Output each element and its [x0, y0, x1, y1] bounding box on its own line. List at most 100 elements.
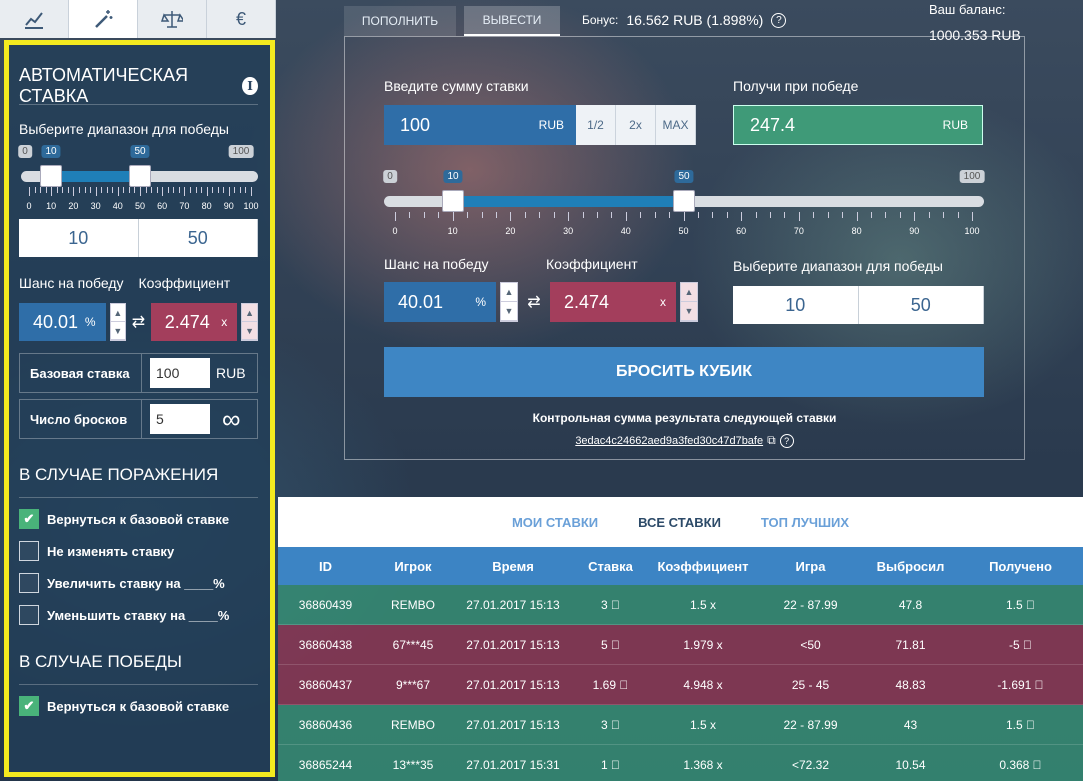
withdraw-button[interactable]: ВЫВЕСТИ	[464, 6, 560, 36]
coef-stepper[interactable]: ▲ ▼	[680, 282, 698, 322]
copy-icon[interactable]: ⧉	[767, 433, 776, 448]
sidebar-range-slider[interactable]: 0 10 50 100 0 10 20 30 40 50 60 70 80 90 100	[18, 143, 259, 217]
chevron-up-icon[interactable]: ▲	[681, 283, 697, 302]
slider-tick	[201, 187, 203, 193]
double-button[interactable]: 2x	[616, 105, 656, 145]
infinity-button[interactable]: ∞	[222, 406, 241, 432]
slider-tick	[228, 187, 230, 196]
chevron-down-icon[interactable]: ▼	[681, 302, 697, 321]
tab-all-bets[interactable]: ВСЕ СТАВКИ	[638, 515, 721, 530]
tab-currency[interactable]: €	[207, 0, 276, 38]
option-checkbox[interactable]: ✔ Вернуться к базовой ставке	[19, 508, 258, 530]
slider-tick	[223, 187, 225, 193]
win-amount-field: 247.4 RUB	[733, 105, 983, 145]
column-header[interactable]: Ставка	[573, 559, 648, 574]
option-checkbox[interactable]: Не изменять ставку	[19, 540, 258, 562]
chance-label: Шанс на победу	[19, 275, 124, 291]
slider-tick	[669, 212, 671, 218]
column-header[interactable]: Игрок	[373, 559, 453, 574]
column-header[interactable]: ID	[278, 559, 373, 574]
table-cell: 27.01.2017 15:31	[466, 757, 560, 772]
chevron-up-icon[interactable]: ▲	[242, 304, 257, 322]
help-icon[interactable]: ?	[771, 12, 787, 28]
info-icon[interactable]: i	[242, 76, 258, 95]
chance-stepper[interactable]: ▲ ▼	[109, 303, 127, 341]
chance-input[interactable]: 40.01%	[19, 303, 106, 341]
checkbox[interactable]	[19, 541, 39, 561]
range-min-bubble: 0	[18, 145, 32, 158]
range-high-input[interactable]: 50	[139, 219, 258, 257]
chance-input[interactable]: 40.01%	[384, 282, 496, 322]
amount-input[interactable]: 100 RUB	[384, 105, 576, 145]
slider-tick-label: 60	[736, 226, 747, 236]
main-range-slider[interactable]: 0 10 50 100 0 10 20 30 40 50 60 70 80 90 100	[383, 168, 985, 240]
column-header[interactable]: Коэффициент	[648, 559, 758, 574]
coef-stepper[interactable]: ▲ ▼	[241, 303, 258, 341]
slider-handle-low[interactable]	[442, 190, 464, 212]
column-header[interactable]: Получено	[958, 559, 1083, 574]
table-cell: 4.948 x	[683, 677, 723, 692]
rolls-input[interactable]: 5	[150, 404, 210, 434]
option-checkbox[interactable]: Увеличить ставку на ____%	[19, 572, 258, 594]
checkbox[interactable]	[19, 573, 39, 593]
slider-tick-label: 10	[447, 226, 458, 236]
column-header[interactable]: Время	[453, 559, 573, 574]
slider-handle-high[interactable]	[673, 190, 695, 212]
tab-my-bets[interactable]: МОИ СТАВКИ	[512, 515, 598, 530]
slider-tick	[625, 212, 627, 221]
slider-tick	[524, 212, 526, 218]
tab-autobet[interactable]	[69, 0, 138, 38]
slider-tick-label: 100	[243, 201, 259, 211]
chevron-up-icon[interactable]: ▲	[501, 283, 517, 302]
slider-handle-low[interactable]	[40, 165, 62, 187]
range-low-input[interactable]: 10	[19, 219, 139, 257]
slider-tick	[112, 187, 114, 193]
coef-input[interactable]: 2.474 x	[150, 303, 238, 341]
slider-tick-label: 10	[46, 201, 57, 211]
option-checkbox[interactable]: Уменьшить ставку на ____%	[19, 604, 258, 626]
range-low-input[interactable]: 10	[733, 286, 859, 324]
column-header[interactable]: Игра	[758, 559, 863, 574]
tab-stats[interactable]	[0, 0, 69, 38]
slider-tick	[885, 212, 887, 218]
slider-tick	[90, 187, 92, 193]
chevron-up-icon[interactable]: ▲	[110, 304, 126, 322]
coef-input[interactable]: 2.474 x	[550, 282, 676, 322]
check-icon[interactable]: ✔	[19, 509, 39, 529]
option-checkbox[interactable]: ✔ Вернуться к базовой ставке	[19, 695, 258, 717]
slider-tick	[755, 212, 757, 218]
help-icon[interactable]: ?	[779, 433, 794, 448]
sidebar-title: АВТОМАТИЧЕСКАЯ СТАВКА i	[19, 45, 258, 106]
slider-tick	[395, 212, 396, 221]
slider-tick	[101, 187, 103, 193]
half-button[interactable]: 1/2	[576, 105, 616, 145]
euro-icon: €	[235, 8, 246, 29]
slider-tick	[741, 212, 743, 221]
range-low-bubble: 10	[41, 145, 61, 158]
check-icon[interactable]: ✔	[19, 696, 39, 716]
chevron-down-icon[interactable]: ▼	[110, 322, 126, 340]
slider-tick-label: 80	[851, 226, 862, 236]
chevron-down-icon[interactable]: ▼	[242, 322, 257, 340]
loss-section-title: В СЛУЧАЕ ПОРАЖЕНИЯ	[19, 439, 258, 498]
max-button[interactable]: MAX	[656, 105, 696, 145]
base-bet-input[interactable]: 100	[150, 358, 210, 388]
roll-dice-button[interactable]: БРОСИТЬ КУБИК	[384, 347, 984, 397]
table-cell: 25 - 45	[791, 677, 830, 692]
deposit-button[interactable]: ПОПОЛНИТЬ	[344, 6, 456, 36]
chevron-down-icon[interactable]: ▼	[501, 302, 517, 321]
range-high-input[interactable]: 50	[859, 286, 984, 324]
chance-stepper[interactable]: ▲ ▼	[500, 282, 518, 322]
tab-top[interactable]: ТОП ЛУЧШИХ	[761, 515, 849, 530]
checkbox[interactable]	[19, 605, 39, 625]
checksum-value[interactable]: 3edac4c24662aed9a3fed30c47d7bafe	[575, 435, 763, 447]
slider-handle-high[interactable]	[129, 165, 151, 187]
column-header[interactable]: Выбросил	[863, 559, 958, 574]
tab-fairness[interactable]	[138, 0, 207, 38]
slider-tick	[770, 212, 772, 218]
slider-tick	[234, 187, 236, 193]
slider-tick	[423, 212, 425, 218]
slider-tick	[943, 212, 945, 218]
base-bet-row: Базовая ставка 100 RUB	[19, 353, 258, 393]
slider-tick	[539, 212, 541, 218]
